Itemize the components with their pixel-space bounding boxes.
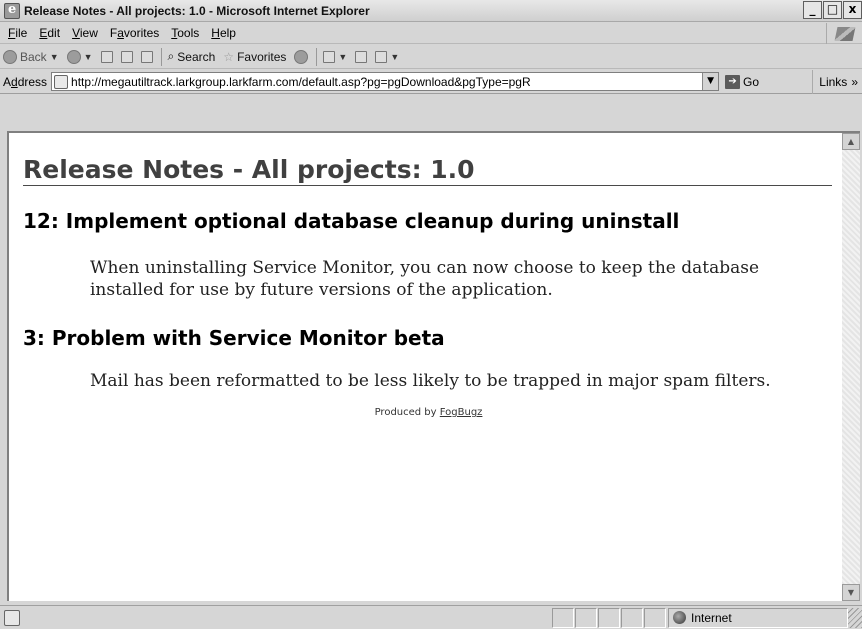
mail-dropdown-icon[interactable]: ▼ xyxy=(338,52,347,62)
page-viewport[interactable]: Release Notes - All projects: 1.0 12: Im… xyxy=(7,131,842,601)
address-label-rest: dress xyxy=(17,74,48,89)
ie-icon[interactable] xyxy=(4,2,20,19)
window-controls: _ □ x xyxy=(803,1,862,19)
produced-by-label: Produced by xyxy=(374,407,437,418)
history-icon xyxy=(294,49,309,64)
menu-help-label: elp xyxy=(219,26,236,40)
refresh-button[interactable] xyxy=(120,50,133,63)
back-dropdown-icon[interactable]: ▼ xyxy=(50,52,59,62)
status-pane xyxy=(598,607,620,628)
page-icon xyxy=(54,74,69,89)
go-label: Go xyxy=(743,74,760,89)
note-heading: 12: Implement optional database cleanup … xyxy=(23,209,680,233)
print-button[interactable] xyxy=(355,50,368,63)
favorites-button[interactable]: ☆ Favorites xyxy=(223,50,286,64)
menu-view-accesskey: V xyxy=(72,26,80,40)
menu-edit-label: dit xyxy=(47,26,61,40)
status-pane xyxy=(575,607,597,628)
status-pane xyxy=(552,607,574,628)
address-label: Address xyxy=(3,75,47,89)
note-body: When uninstalling Service Monitor, you c… xyxy=(90,258,760,300)
note-body: Mail has been reformatted to be less lik… xyxy=(90,371,771,391)
favorites-label: Favorites xyxy=(237,49,287,64)
scroll-up-button[interactable]: ▲ xyxy=(842,133,860,150)
close-button[interactable]: x xyxy=(843,1,862,19)
menu-tools-label: ools xyxy=(177,26,200,40)
address-label-pre: A xyxy=(3,74,12,89)
home-icon xyxy=(140,50,153,63)
links-toolbar[interactable]: Links » xyxy=(812,70,862,94)
mail-button[interactable]: ▼ xyxy=(323,50,347,63)
edit-icon xyxy=(375,50,388,63)
resize-grip-icon[interactable] xyxy=(848,607,862,628)
edit-button[interactable]: ▼ xyxy=(375,50,399,63)
forward-button[interactable]: ▼ xyxy=(66,49,93,64)
windows-flag-icon xyxy=(834,26,855,41)
go-arrow-icon: ➔ xyxy=(725,74,741,89)
page-title: Release Notes - All projects: 1.0 xyxy=(23,155,832,186)
mail-icon xyxy=(323,50,336,63)
standard-toolbar: Back ▼ ▼ ⌕ Search ☆ Favorites ▼ ▼ xyxy=(0,45,862,69)
menu-favorites-label: vorites xyxy=(123,26,160,40)
search-label: Search xyxy=(177,49,216,64)
browser-window: Release Notes - All projects: 1.0 - Micr… xyxy=(0,0,862,629)
go-button[interactable]: ➔ Go xyxy=(725,74,760,89)
minimize-button[interactable]: _ xyxy=(803,1,822,19)
menu-help[interactable]: Help xyxy=(205,26,242,40)
back-label: Back xyxy=(20,49,47,64)
address-label-accesskey: d xyxy=(11,74,18,89)
forward-arrow-icon xyxy=(66,49,81,64)
menu-file-label: ile xyxy=(15,26,28,40)
windows-logo-icon xyxy=(826,23,862,44)
history-button[interactable] xyxy=(294,49,309,64)
zone-label: Internet xyxy=(691,610,732,625)
status-pane xyxy=(621,607,643,628)
window-title: Release Notes - All projects: 1.0 - Micr… xyxy=(24,3,370,18)
status-pane xyxy=(644,607,666,628)
menu-bar: File Edit View Favorites Tools Help xyxy=(0,23,862,44)
scroll-down-button[interactable]: ▼ xyxy=(842,584,860,601)
menu-file[interactable]: File xyxy=(2,26,33,40)
page-content: Release Notes - All projects: 1.0 12: Im… xyxy=(9,133,842,418)
url-text[interactable]: http://megautiltrack.larkgroup.larkfarm.… xyxy=(71,75,702,89)
footer-credit: Produced by FogBugz xyxy=(23,407,834,418)
address-bar: Address http://megautiltrack.larkgroup.l… xyxy=(0,70,862,94)
toolbar-separator-2 xyxy=(316,47,318,66)
menu-favorites[interactable]: Favorites xyxy=(104,26,165,40)
back-button[interactable]: Back ▼ xyxy=(3,49,59,64)
menu-help-accesskey: H xyxy=(211,26,220,40)
links-chevron-icon[interactable]: » xyxy=(851,75,858,89)
links-label: Links xyxy=(819,75,848,89)
refresh-icon xyxy=(120,50,133,63)
status-bar: Internet xyxy=(0,605,862,629)
note-heading: 3: Problem with Service Monitor beta xyxy=(23,326,445,350)
menu-edit[interactable]: Edit xyxy=(33,26,66,40)
menu-view-label: iew xyxy=(79,26,98,40)
home-button[interactable] xyxy=(140,50,153,63)
search-button[interactable]: ⌕ Search xyxy=(168,49,216,64)
stop-icon xyxy=(100,50,113,63)
print-icon xyxy=(355,50,368,63)
edit-dropdown-icon[interactable]: ▼ xyxy=(390,52,399,62)
forward-dropdown-icon[interactable]: ▼ xyxy=(84,52,93,62)
menu-tools[interactable]: Tools xyxy=(165,26,205,40)
title-bar: Release Notes - All projects: 1.0 - Micr… xyxy=(0,0,862,22)
globe-icon xyxy=(673,611,686,624)
maximize-button[interactable]: □ xyxy=(823,1,842,19)
stop-button[interactable] xyxy=(100,50,113,63)
address-dropdown-icon[interactable]: ▼ xyxy=(702,73,719,90)
security-zone[interactable]: Internet xyxy=(668,607,848,628)
address-field[interactable]: http://megautiltrack.larkgroup.larkfarm.… xyxy=(51,72,720,91)
menu-view[interactable]: View xyxy=(66,26,104,40)
star-icon: ☆ xyxy=(223,49,235,64)
vertical-scrollbar[interactable]: ▲ ▼ xyxy=(842,131,860,601)
back-arrow-icon xyxy=(3,49,17,64)
menu-favorites-accesskey: a xyxy=(117,26,124,40)
toolbar-separator xyxy=(160,47,162,66)
search-icon: ⌕ xyxy=(167,49,175,63)
fogbugz-link[interactable]: FogBugz xyxy=(440,407,483,418)
page-status-icon xyxy=(4,609,20,626)
